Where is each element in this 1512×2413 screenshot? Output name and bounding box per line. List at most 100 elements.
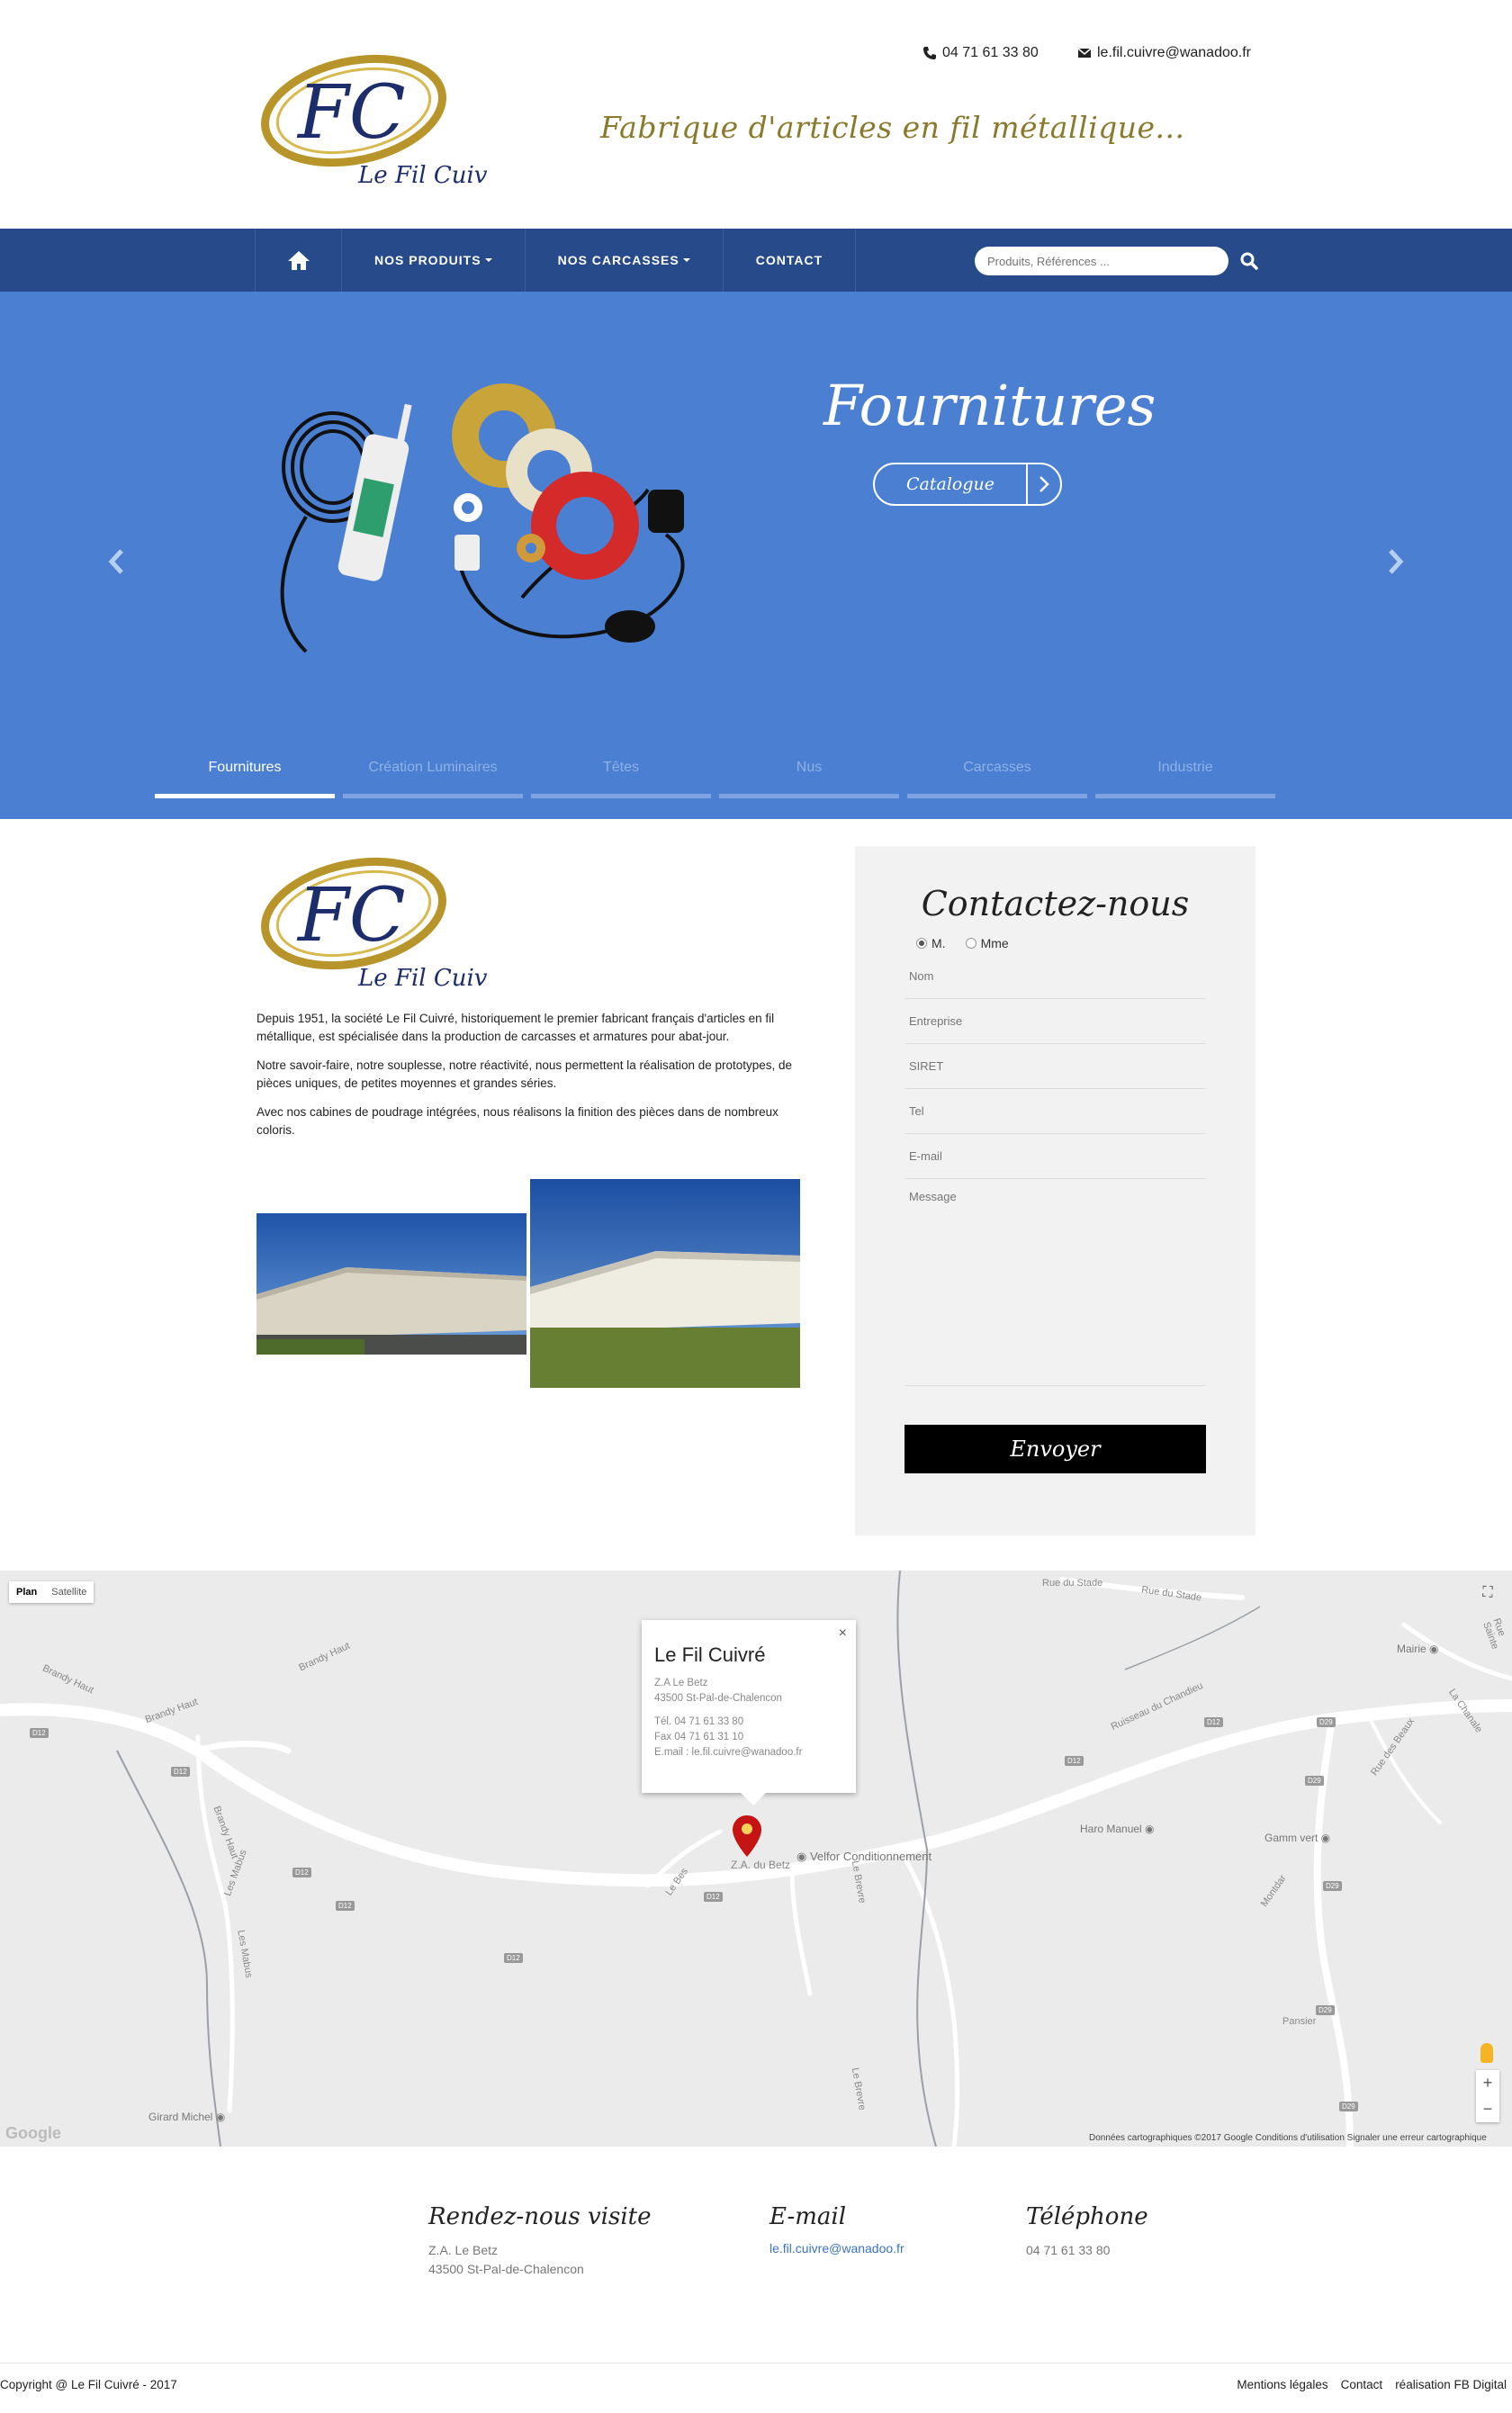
map[interactable]: Plan Satellite ⛶ Z.A. du Betz ◉ Velfor C… <box>0 1571 1512 2147</box>
footer-phone: Téléphone 04 71 61 33 80 <box>1026 2203 1148 2260</box>
submit-button[interactable]: Envoyer <box>904 1425 1206 1473</box>
search-icon[interactable] <box>1239 251 1259 271</box>
radio-checked-icon <box>916 938 927 949</box>
factory-photo <box>256 1213 526 1355</box>
tab-tetes[interactable]: Têtes <box>531 760 711 798</box>
info-line: Z.A Le Betz <box>654 1678 708 1688</box>
info-line: 43500 St-Pal-de-Chalencon <box>654 1693 782 1704</box>
map-label: Gamm vert ◉ <box>1264 1832 1331 1844</box>
road-shield: D12 <box>1065 1756 1084 1766</box>
tagline: Fabrique d'articles en fil métallique... <box>600 110 1185 145</box>
header-phone[interactable]: 04 71 61 33 80 <box>922 45 1039 61</box>
header-email[interactable]: le.fil.cuivre@wanadoo.fr <box>1077 45 1251 61</box>
zoom-in-icon[interactable]: + <box>1476 2070 1499 2096</box>
carousel-prev-icon[interactable] <box>104 544 130 580</box>
nav-carcasses[interactable]: NOS CARCASSES <box>524 229 723 292</box>
catalogue-button-label: Catalogue <box>906 474 994 494</box>
hero-carousel: Fournitures Catalogue Fournitures Créati… <box>0 292 1512 819</box>
map-label: ◉ Velfor Conditionnement <box>796 1850 932 1863</box>
radio-m[interactable]: M. <box>916 936 946 950</box>
road-shield: D12 <box>171 1767 190 1777</box>
logo[interactable]: FC Le Fil Cuivré <box>255 43 489 192</box>
footer-address-line: 43500 St-Pal-de-Chalencon <box>428 2262 584 2276</box>
carousel-next-icon[interactable] <box>1382 544 1408 580</box>
road-shield: D12 <box>504 1953 523 1963</box>
tab-nus[interactable]: Nus <box>719 760 899 798</box>
footer-link-credits[interactable]: réalisation FB Digital <box>1395 2378 1507 2391</box>
footer-email-title: E-mail <box>770 2203 847 2230</box>
company-field[interactable] <box>904 999 1206 1044</box>
map-label: Rue du Stade <box>1042 1578 1103 1589</box>
chevron-right-icon <box>1026 464 1060 504</box>
fullscreen-icon[interactable]: ⛶ <box>1476 1581 1499 1605</box>
nav-contact[interactable]: CONTACT <box>722 229 857 292</box>
tab-creation-luminaires[interactable]: Création Luminaires <box>343 760 523 798</box>
tab-carcasses[interactable]: Carcasses <box>907 760 1087 798</box>
svg-text:Le Fil Cuivré: Le Fil Cuivré <box>357 965 489 992</box>
hero-image-supplies <box>280 383 685 653</box>
radio-unchecked-icon <box>965 938 976 949</box>
copyright: Copyright @ Le Fil Cuivré - 2017 <box>0 2378 177 2391</box>
google-logo: Google <box>5 2124 61 2142</box>
tel-field[interactable] <box>904 1089 1206 1134</box>
intro-paragraph: Avec nos cabines de poudrage intégrées, … <box>256 1105 778 1137</box>
road-shield: D12 <box>704 1892 723 1902</box>
siret-field[interactable] <box>904 1044 1206 1089</box>
intro-paragraph: Depuis 1951, la société Le Fil Cuivré, h… <box>256 1012 775 1043</box>
site-header: FC Le Fil Cuivré Fabrique d'articles en … <box>0 0 1512 229</box>
footer-address-line: Z.A. Le Betz <box>428 2243 499 2257</box>
message-field[interactable] <box>904 1179 1206 1386</box>
email-field[interactable] <box>904 1134 1206 1179</box>
tab-industrie[interactable]: Industrie <box>1095 760 1275 798</box>
header-phone-text: 04 71 61 33 80 <box>942 45 1039 60</box>
map-type-satellite[interactable]: Satellite <box>44 1581 94 1603</box>
main-nav: NOS PRODUITS NOS CARCASSES CONTACT <box>0 229 1512 292</box>
name-field[interactable] <box>904 954 1206 999</box>
radio-mme[interactable]: Mme <box>965 936 1009 950</box>
search-input[interactable] <box>975 247 1228 275</box>
footer-links: Mentions légales Contact réalisation FB … <box>1237 2378 1507 2391</box>
info-title: Le Fil Cuivré <box>654 1643 766 1666</box>
footer-email: E-mail le.fil.cuivre@wanadoo.fr <box>770 2203 904 2255</box>
map-label: Pansier <box>1282 2016 1317 2027</box>
zoom-out-icon[interactable]: − <box>1476 2096 1499 2122</box>
svg-text:FC: FC <box>296 873 406 959</box>
map-label: Z.A. du Betz <box>731 1859 791 1871</box>
intro-text: Depuis 1951, la société Le Fil Cuivré, h… <box>256 1010 814 1150</box>
contact-form-title: Contactez-nous <box>921 884 1190 923</box>
zoom-control: + − <box>1476 2070 1499 2122</box>
footer-link-mentions[interactable]: Mentions légales <box>1237 2378 1328 2391</box>
info-line: Fax 04 71 61 31 10 <box>654 1732 744 1742</box>
info-line: Tél. 04 71 61 33 80 <box>654 1716 744 1727</box>
road-shield: D29 <box>1339 2102 1358 2111</box>
caret-down-icon <box>682 258 690 262</box>
nav-products[interactable]: NOS PRODUITS <box>341 229 525 292</box>
road-shield: D12 <box>336 1901 355 1911</box>
map-type-control: Plan Satellite <box>9 1581 94 1603</box>
close-icon[interactable]: × <box>839 1625 847 1642</box>
footer-email-link[interactable]: le.fil.cuivre@wanadoo.fr <box>770 2241 904 2255</box>
map-type-plan[interactable]: Plan <box>9 1581 44 1603</box>
svg-text:Le Fil Cuivré: Le Fil Cuivré <box>357 162 489 189</box>
caret-down-icon <box>484 258 492 262</box>
map-label: Girard Michel ◉ <box>148 2111 226 2123</box>
nav-home[interactable] <box>255 229 341 292</box>
catalogue-button[interactable]: Catalogue <box>873 463 1062 506</box>
factory-photo <box>530 1179 800 1388</box>
footer-phone-text: 04 71 61 33 80 <box>1026 2243 1111 2257</box>
carousel-tabs: Fournitures Création Luminaires Têtes Nu… <box>155 760 1275 798</box>
footer-visit-title: Rendez-nous visite <box>428 2203 652 2230</box>
map-label: Mairie ◉ <box>1397 1643 1439 1655</box>
street-view-icon[interactable] <box>1480 2043 1493 2063</box>
intro-paragraph: Notre savoir-faire, notre souplesse, not… <box>256 1058 793 1090</box>
tab-fournitures[interactable]: Fournitures <box>155 760 335 798</box>
road-shield: D12 <box>292 1868 311 1877</box>
map-pin-icon[interactable] <box>731 1814 763 1859</box>
civility-radios: M. Mme <box>916 936 1009 950</box>
svg-text:FC: FC <box>296 70 406 156</box>
footer-link-contact[interactable]: Contact <box>1341 2378 1383 2391</box>
footer-visit: Rendez-nous visite Z.A. Le Betz 43500 St… <box>428 2203 651 2279</box>
road-shield: D29 <box>1317 1717 1336 1727</box>
hero-title: Fournitures <box>824 373 1156 438</box>
header-email-text: le.fil.cuivre@wanadoo.fr <box>1097 45 1251 60</box>
